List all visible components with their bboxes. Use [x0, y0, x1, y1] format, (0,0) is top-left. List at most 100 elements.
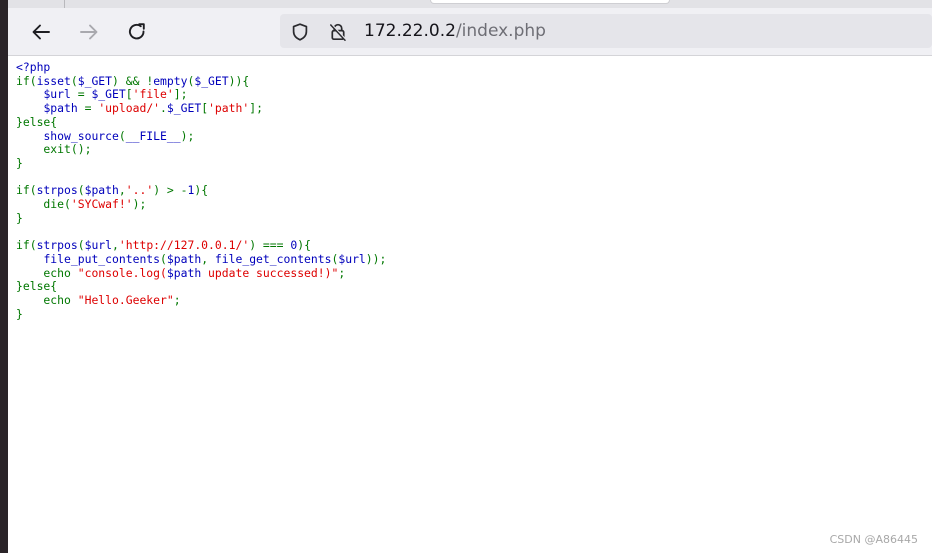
arrow-left-icon	[32, 24, 50, 40]
code-token: =	[84, 101, 99, 116]
address-bar[interactable]: 172.22.0.2/index.php	[280, 14, 932, 48]
code-line: $path = 'upload/'.$_GET['path'];	[16, 101, 263, 115]
code-line: echo "console.log($path update successed…	[16, 266, 345, 280]
code-line: if(strpos($path,'..') > -1){	[16, 183, 208, 197]
code-token: =	[77, 87, 92, 102]
code-line: }	[16, 211, 23, 225]
tab-separator	[64, 0, 65, 8]
code-token: }	[16, 155, 23, 170]
code-line: file_put_contents($path, file_get_conten…	[16, 252, 386, 266]
code-token: ,	[201, 251, 215, 266]
code-token: if(	[16, 183, 37, 198]
code-line: $url = $_GET['file'];	[16, 87, 188, 102]
back-button[interactable]	[26, 17, 56, 47]
code-token: "console.log(	[77, 265, 167, 280]
code-token: echo	[16, 265, 78, 280]
code-token: file_put_contents	[43, 251, 161, 266]
code-token: $_GET	[166, 101, 202, 116]
code-token: ));	[365, 251, 387, 266]
code-token: (	[118, 128, 126, 143]
code-token: $path	[166, 265, 202, 280]
code-token: show_source	[43, 128, 119, 143]
code-token: }	[16, 306, 23, 321]
code-line: <?php	[16, 60, 50, 74]
code-token: update successed!)"	[201, 265, 339, 280]
code-token: ) && !	[112, 73, 154, 88]
code-token: $path	[84, 183, 119, 198]
url-path: /index.php	[455, 21, 546, 41]
code-token: )){	[228, 73, 250, 88]
shield-icon[interactable]	[290, 22, 310, 42]
code-line: die('SYCwaf!');	[16, 197, 146, 211]
code-token: $path	[43, 101, 85, 116]
code-token: die(	[16, 197, 71, 212]
reload-icon	[128, 23, 145, 40]
code-token: exit();	[16, 142, 92, 157]
code-token: $path	[166, 251, 202, 266]
code-token: );	[132, 197, 147, 212]
code-token: }	[16, 210, 23, 225]
code-token: strpos	[36, 238, 78, 253]
code-line: if(isset($_GET) && !empty($_GET)){	[16, 74, 249, 88]
code-token: if(	[16, 238, 37, 253]
code-line: }	[16, 156, 23, 170]
code-token: ) > -	[153, 183, 188, 198]
desktop-edge	[0, 0, 8, 553]
url-host: 172.22.0.2	[364, 21, 456, 41]
code-token: isset	[36, 73, 71, 88]
code-token: echo	[16, 292, 78, 307]
arrow-right-icon	[80, 24, 98, 40]
code-token: .	[160, 101, 167, 116]
code-token: 'SYCwaf!'	[70, 197, 133, 212]
code-token: );	[180, 128, 195, 143]
code-token: '..'	[125, 183, 154, 198]
forward-button[interactable]	[74, 17, 104, 47]
code-token: }else{	[16, 114, 58, 129]
code-token: file_get_contents	[214, 251, 332, 266]
code-token: $url	[43, 87, 78, 102]
code-line: if(strpos($url,'http://127.0.0.1/') === …	[16, 238, 311, 252]
code-token: $url	[84, 238, 113, 253]
reload-button[interactable]	[122, 17, 152, 47]
code-line: show_source(__FILE__);	[16, 129, 194, 143]
code-token: 'file'	[132, 87, 174, 102]
code-token: (	[77, 238, 85, 253]
watermark: CSDN @A86445	[829, 533, 918, 546]
code-line: }else{	[16, 115, 57, 129]
code-token: 'path'	[208, 101, 250, 116]
code-token: (	[77, 183, 85, 198]
tab-strip	[8, 0, 932, 8]
code-token: strpos	[36, 183, 78, 198]
code-token: ,	[118, 183, 126, 198]
code-token: $_GET	[91, 87, 126, 102]
code-token: $url	[338, 251, 366, 266]
code-token: "Hello.Geeker"	[77, 292, 174, 307]
code-line: exit();	[16, 142, 91, 156]
crossed-lock-icon[interactable]	[328, 22, 348, 42]
code-token: ;	[338, 265, 346, 280]
code-token: [	[125, 87, 133, 102]
code-token: if(	[16, 73, 37, 88]
code-token: __FILE__	[125, 128, 181, 143]
code-line: echo "Hello.Geeker";	[16, 292, 181, 307]
code-line: }	[16, 307, 23, 321]
code-token: $_GET	[77, 73, 113, 88]
code-token: ];	[249, 101, 263, 116]
code-token: ];	[173, 87, 188, 102]
code-token: 'upload/'	[98, 101, 161, 116]
url-text[interactable]: 172.22.0.2/index.php	[364, 21, 546, 41]
code-token: 'http://127.0.0.1/'	[118, 238, 250, 253]
php-source-code: <?php if(isset($_GET) && !empty($_GET)){…	[16, 60, 386, 321]
active-tab[interactable]	[430, 0, 670, 4]
code-token: $_GET	[194, 73, 229, 88]
code-token: }else{	[16, 279, 58, 294]
code-token: (	[70, 73, 78, 88]
code-token: ;	[173, 292, 181, 307]
code-token: ) ===	[249, 238, 291, 253]
browser-toolbar: 172.22.0.2/index.php	[8, 0, 932, 56]
page-content: <?php if(isset($_GET) && !empty($_GET)){…	[8, 56, 932, 553]
code-token: ,	[112, 238, 119, 253]
